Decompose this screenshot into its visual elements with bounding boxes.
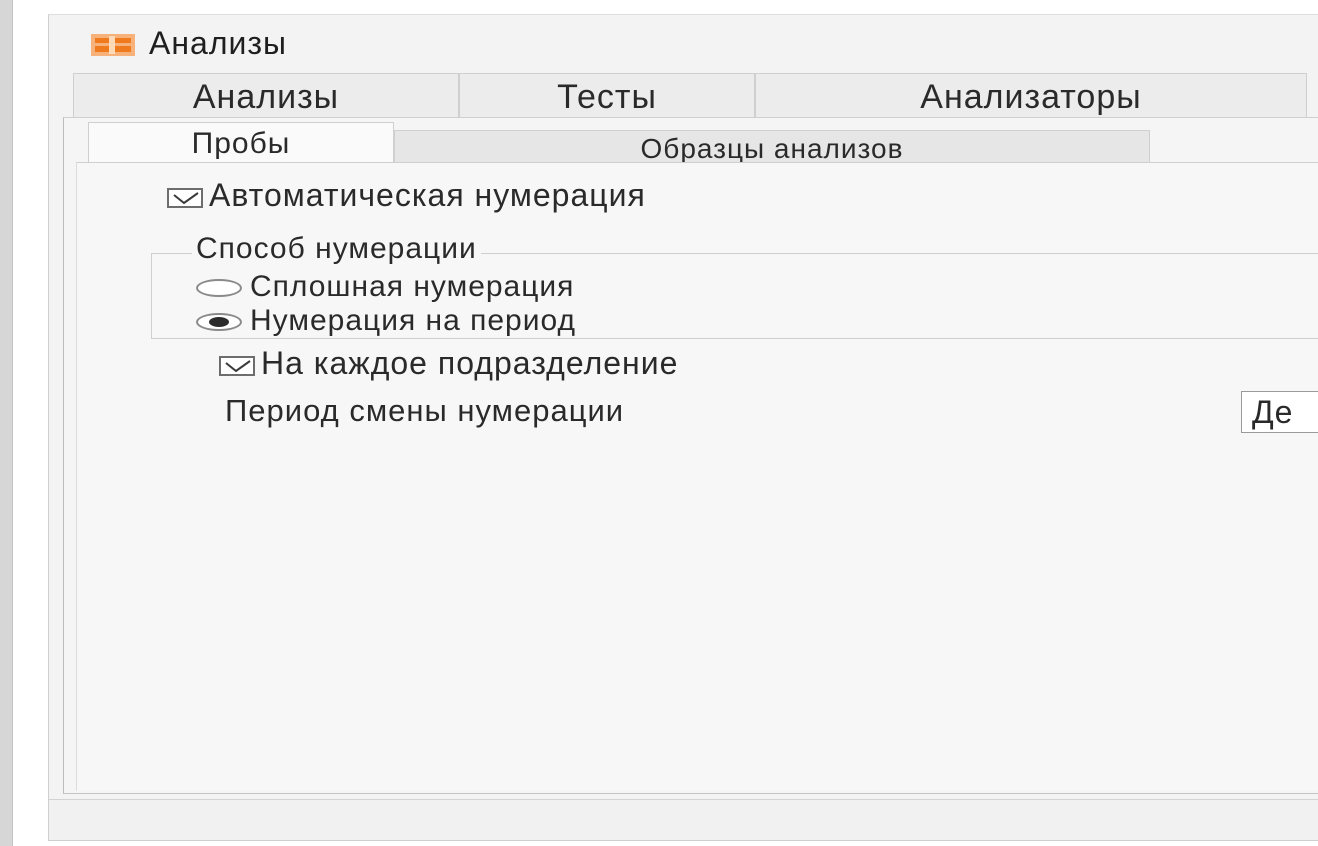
sub-tab-strip: Пробы Образцы анализов [88, 122, 1298, 164]
radio-button[interactable] [196, 313, 242, 332]
tab-analyzers[interactable]: Анализаторы [755, 73, 1307, 117]
tab-label: Пробы [191, 127, 291, 160]
radio-continuous-numbering[interactable]: Сплошная нумерация [196, 270, 574, 304]
radio-button[interactable] [196, 279, 242, 298]
tab-tests[interactable]: Тесты [459, 73, 755, 117]
tab-panel: Пробы Образцы анализов Автоматическая ну… [63, 117, 1318, 794]
main-tab-strip: Анализы Тесты Анализаторы [73, 73, 1318, 119]
per-department-checkbox[interactable] [219, 355, 255, 376]
auto-numbering-label: Автоматическая нумерация [209, 177, 646, 213]
period-change-label: Период смены нумерации [225, 393, 625, 428]
radio-selected-dot [209, 317, 229, 328]
tab-label: Образцы анализов [640, 133, 904, 164]
auto-numbering-checkbox[interactable] [167, 187, 203, 208]
tab-samples[interactable]: Пробы [88, 122, 394, 164]
status-bar [49, 799, 1318, 840]
app-icon [91, 34, 135, 56]
radio-label: Сплошная нумерация [250, 270, 575, 303]
per-department-option[interactable]: На каждое подразделение [219, 345, 678, 382]
numbering-method-group: Способ нумерации Сплошная нумерация Нуме… [151, 232, 1318, 339]
radio-period-numbering[interactable]: Нумерация на период [196, 304, 576, 338]
per-department-label: На каждое подразделение [261, 345, 679, 381]
tab-analyses[interactable]: Анализы [73, 73, 459, 117]
title-bar: Анализы [49, 15, 1318, 71]
period-change-select[interactable]: Де [1241, 391, 1318, 433]
radio-label: Нумерация на период [250, 304, 577, 337]
left-window-edge [0, 0, 13, 846]
analyses-window: Анализы Анализы Тесты Анализаторы Пробы … [48, 14, 1318, 841]
tab-label: Тесты [557, 78, 657, 116]
numbering-method-legend: Способ нумерации [192, 232, 481, 266]
select-value: Де [1252, 394, 1294, 430]
window-title: Анализы [149, 25, 288, 61]
tab-label: Анализаторы [920, 78, 1142, 116]
auto-numbering-option[interactable]: Автоматическая нумерация [167, 177, 646, 214]
samples-settings-page: Автоматическая нумерация Способ нумераци… [76, 162, 1318, 791]
tab-label: Анализы [192, 78, 340, 116]
tab-analysis-specimens[interactable]: Образцы анализов [394, 130, 1150, 164]
